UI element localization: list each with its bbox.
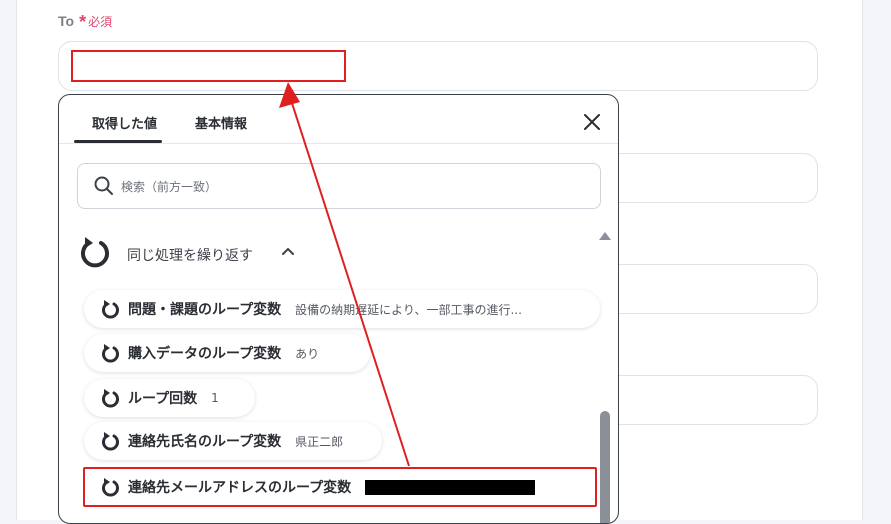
close-icon [584, 114, 600, 130]
variable-chip[interactable]: 購入データのループ変数 あり [84, 334, 370, 372]
loop-icon [81, 237, 109, 268]
variable-name: 購入データのループ変数 [128, 345, 282, 361]
variable-value: あり [295, 346, 320, 361]
variable-name: 連絡先氏名のループ変数 [128, 433, 282, 449]
loop-icon [102, 299, 120, 319]
search-input[interactable]: 検索（前方一致） [77, 163, 601, 209]
highlight-box-to-input [71, 50, 346, 82]
required-text: 必須 [88, 15, 113, 29]
variable-name: ループ回数 [128, 390, 198, 406]
scroll-up-arrow-icon[interactable] [599, 232, 611, 240]
close-button[interactable] [579, 109, 605, 135]
loop-icon [102, 343, 120, 363]
variable-value: 1 [211, 391, 219, 405]
search-icon [94, 176, 113, 195]
variable-name: 問題・課題のループ変数 [128, 301, 282, 317]
variable-value: 県正二郎 [295, 434, 344, 449]
variable-chip[interactable]: 問題・課題のループ変数 設備の納期遅延により、一部工事の進行... [84, 290, 600, 328]
scrollbar-thumb[interactable] [600, 411, 610, 523]
chevron-up-icon[interactable] [281, 246, 295, 256]
required-star: * [79, 12, 87, 32]
to-label-text: To [58, 13, 75, 29]
search-placeholder: 検索（前方一致） [121, 180, 218, 194]
variable-picker-panel: 取得した値 基本情報 検索（前方一致） 同じ処理を繰り返す 問題・課題のループ変… [58, 94, 619, 524]
tab-divider [59, 143, 618, 144]
variable-chip[interactable]: 連絡先氏名のループ変数 県正二郎 [84, 422, 382, 460]
to-field-label: To * 必須 [58, 10, 113, 32]
loop-icon [102, 388, 120, 408]
group-title: 同じ処理を繰り返す [127, 248, 253, 264]
tab-basic-info[interactable]: 基本情報 [195, 113, 247, 132]
highlight-box-email-variable [83, 467, 597, 507]
tab-acquired-values[interactable]: 取得した値 [92, 113, 157, 132]
variable-value: 設備の納期遅延により、一部工事の進行... [295, 302, 522, 317]
loop-icon [102, 431, 120, 451]
variable-chip[interactable]: ループ回数 1 [84, 379, 255, 417]
